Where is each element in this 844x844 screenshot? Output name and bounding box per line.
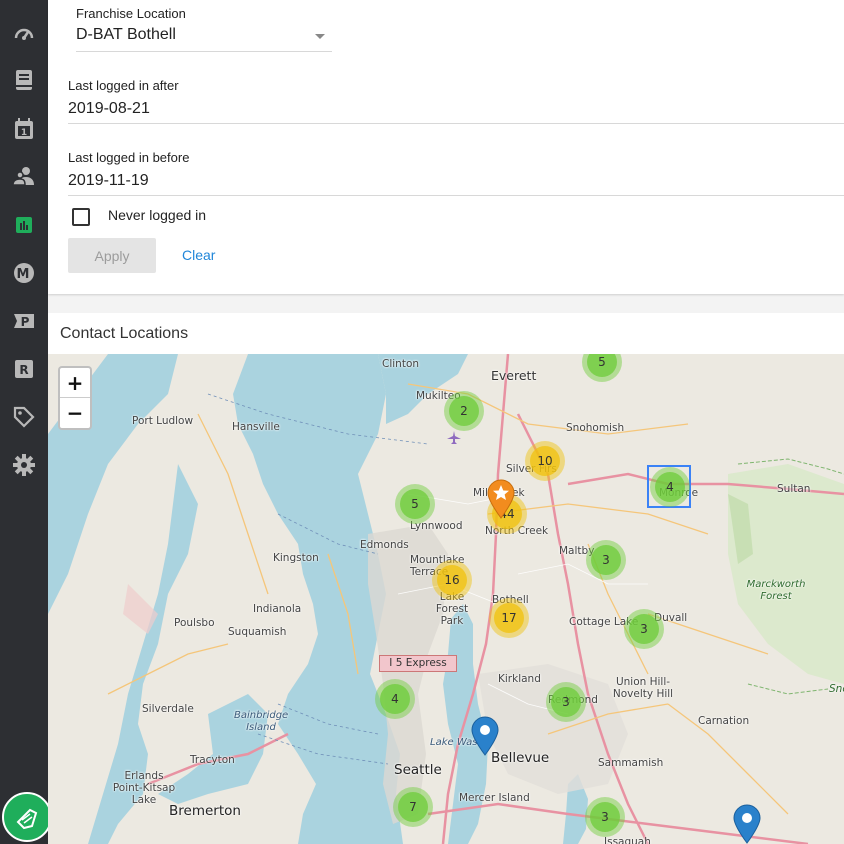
cluster-marker[interactable]: 3 <box>624 609 664 649</box>
svg-text:M: M <box>17 267 30 282</box>
cluster-marker[interactable]: 7 <box>393 787 433 827</box>
map-label-issaquah: Issaquah <box>604 836 651 844</box>
cluster-marker[interactable]: 2 <box>444 391 484 431</box>
map-label-indianola: Indianola <box>253 603 302 615</box>
franchise-location-label: Franchise Location <box>76 6 186 21</box>
tag-icon[interactable] <box>7 400 41 434</box>
map-label-silverdale: Silverdale <box>142 703 194 715</box>
franchise-location-select[interactable]: D-BAT Bothell <box>76 26 176 44</box>
map-label-sultan: Sultan <box>777 483 811 495</box>
never-logged-in-checkbox[interactable] <box>72 208 90 226</box>
map-label-tracyton: Tracyton <box>190 754 235 766</box>
contact-locations-card: Contact Locations Clinton Everett Mukilt… <box>48 313 844 844</box>
r-badge-icon[interactable]: R <box>7 352 41 386</box>
gear-icon[interactable] <box>7 448 41 482</box>
last-logged-after-field[interactable]: 2019-08-21 <box>68 100 150 118</box>
zoom-control: + − <box>58 366 92 430</box>
zoom-out-button[interactable]: − <box>60 398 90 427</box>
location-pin-icon[interactable] <box>470 716 500 756</box>
cluster-marker[interactable]: 4 <box>650 467 690 507</box>
calendar-icon[interactable]: 1 <box>7 112 41 146</box>
cluster-marker[interactable]: 17 <box>489 598 529 638</box>
map-label-sno: Sno <box>829 683 844 695</box>
book-icon[interactable] <box>7 63 41 97</box>
reports-icon[interactable] <box>7 208 41 242</box>
map-title: Contact Locations <box>60 325 189 342</box>
airport-icon <box>447 431 461 444</box>
map-label-kirkland: Kirkland <box>498 673 541 685</box>
location-pin-icon[interactable] <box>732 804 762 844</box>
map-label-bainbridge-island: Bainbridge Island <box>234 710 289 733</box>
map-label-suquamish: Suquamish <box>228 626 287 638</box>
map-label-snohomish: Snohomish <box>566 422 625 434</box>
svg-text:1: 1 <box>21 128 27 138</box>
star-pin-icon[interactable] <box>486 479 516 519</box>
map-label-poulsbo: Poulsbo <box>174 617 215 629</box>
filter-panel: Franchise Location D-BAT Bothell Last lo… <box>48 0 844 294</box>
map-label-mercer-island: Mercer Island <box>459 792 530 804</box>
cluster-marker[interactable]: 3 <box>585 797 625 837</box>
chevron-down-icon[interactable] <box>315 34 325 39</box>
map-label-sammamish: Sammamish <box>598 757 664 769</box>
apply-button[interactable]: Apply <box>68 238 156 273</box>
map-label-union-hill: Union Hill-Novelty Hill <box>612 676 674 700</box>
clear-button[interactable]: Clear <box>182 247 215 263</box>
map-label-i5-express: I 5 Express <box>379 655 457 672</box>
brand-logo-icon[interactable] <box>2 792 52 842</box>
p-badge-icon[interactable]: P <box>7 304 41 338</box>
svg-text:P: P <box>21 315 30 329</box>
cluster-marker[interactable]: 5 <box>395 484 435 524</box>
last-logged-after-label: Last logged in after <box>68 78 179 93</box>
map-label-erlands-point: Erlands Point-Kitsap Lake <box>112 770 176 806</box>
main-content: Franchise Location D-BAT Bothell Last lo… <box>48 0 844 844</box>
svg-text:R: R <box>19 363 28 377</box>
map-label-kingston: Kingston <box>273 552 319 564</box>
cluster-marker[interactable]: 3 <box>586 540 626 580</box>
m-badge-icon[interactable]: M <box>7 256 41 290</box>
map-label-seattle: Seattle <box>394 762 442 778</box>
map-label-edmonds: Edmonds <box>360 539 409 551</box>
zoom-in-button[interactable]: + <box>60 368 90 398</box>
map-label-everett: Everett <box>491 368 537 383</box>
cluster-marker[interactable]: 3 <box>546 682 586 722</box>
cluster-marker[interactable]: 4 <box>375 679 415 719</box>
sidebar-nav: 1 M P R <box>0 0 52 844</box>
map-label-hansville: Hansville <box>232 421 280 433</box>
map-label-bremerton: Bremerton <box>169 803 241 819</box>
never-logged-in-label: Never logged in <box>108 207 207 223</box>
map-label-marckworth-forest: Marckworth Forest <box>746 579 806 602</box>
contact-locations-map[interactable]: Clinton Everett Mukilteo Port Ludlow Han… <box>48 354 844 844</box>
last-logged-before-field[interactable]: 2019-11-19 <box>68 172 149 190</box>
map-label-clinton: Clinton <box>382 358 420 370</box>
last-logged-before-underline <box>68 195 844 196</box>
cluster-marker[interactable]: 16 <box>432 560 472 600</box>
last-logged-before-label: Last logged in before <box>68 150 190 165</box>
last-logged-after-underline <box>68 123 844 124</box>
people-icon[interactable] <box>7 159 41 193</box>
map-label-port-ludlow: Port Ludlow <box>132 415 194 427</box>
franchise-location-underline <box>76 51 332 52</box>
map-label-carnation: Carnation <box>698 715 750 727</box>
cluster-marker[interactable]: 10 <box>525 441 565 481</box>
dashboard-icon[interactable] <box>7 16 41 50</box>
